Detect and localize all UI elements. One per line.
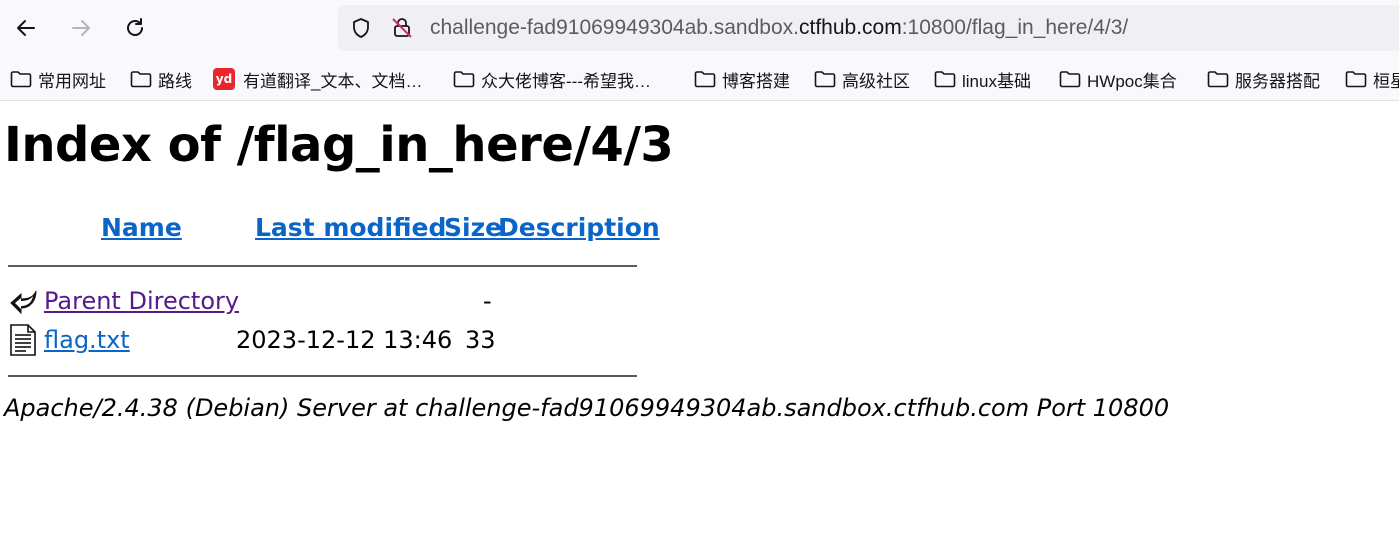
- divider: [8, 375, 637, 377]
- url-suffix: :10800/flag_in_here/4/3/: [901, 16, 1129, 39]
- bookmark-label: 高级社区: [842, 71, 910, 91]
- bookmark-label: linux基础: [962, 71, 1031, 91]
- bookmark-label: HWpoc集合: [1087, 71, 1177, 91]
- bookmark-folder[interactable]: 常用网址: [10, 58, 106, 100]
- bookmark-folder[interactable]: linux基础: [934, 58, 1031, 100]
- reload-button[interactable]: [118, 11, 152, 45]
- browser-toolbar: challenge-fad91069949304ab.sandbox.ctfhu…: [0, 0, 1399, 58]
- forward-button[interactable]: [64, 11, 98, 45]
- server-signature: Apache/2.4.38 (Debian) Server at challen…: [4, 394, 1170, 422]
- page-content: Index of /flag_in_here/4/3 Name Last mod…: [0, 101, 1399, 543]
- folder-icon: [694, 71, 716, 88]
- row-size: 33: [465, 326, 496, 354]
- row-size: -: [483, 287, 492, 315]
- back-button[interactable]: [9, 11, 43, 45]
- bookmark-folder[interactable]: 桓星: [1345, 58, 1399, 100]
- bookmark-label: 有道翻译_文本、文档…: [243, 71, 423, 91]
- bookmark-label: 路线: [158, 71, 192, 91]
- folder-icon: [934, 71, 956, 88]
- bookmarks-bar: 常用网址 路线 yd 有道翻译_文本、文档… 众大佬博客---希望我… 博客搭建…: [0, 58, 1399, 101]
- url-prefix: challenge-fad91069949304ab.sandbox.: [430, 16, 799, 39]
- bookmark-folder[interactable]: 路线: [130, 58, 192, 100]
- page-title: Index of /flag_in_here/4/3: [4, 117, 674, 173]
- bookmark-youdao[interactable]: yd 有道翻译_文本、文档…: [213, 58, 422, 100]
- tracking-shield-icon[interactable]: [350, 17, 372, 39]
- bookmark-label: 常用网址: [38, 71, 106, 91]
- column-header-size[interactable]: Size: [444, 213, 502, 242]
- folder-icon: [10, 71, 32, 88]
- bookmark-label: 桓星: [1373, 71, 1399, 91]
- flag-file-link[interactable]: flag.txt: [44, 326, 130, 354]
- forward-arrow-icon: [72, 20, 90, 36]
- text-file-icon: [10, 324, 36, 356]
- bookmark-folder[interactable]: 博客搭建: [694, 58, 790, 100]
- folder-icon: [1059, 71, 1081, 88]
- folder-icon: [130, 71, 152, 88]
- folder-icon: [1207, 71, 1229, 88]
- folder-icon: [1345, 71, 1367, 88]
- bookmark-label: 服务器搭配: [1235, 71, 1320, 91]
- column-header-name[interactable]: Name: [101, 213, 182, 242]
- youdao-icon: yd: [213, 68, 235, 90]
- url-text[interactable]: challenge-fad91069949304ab.sandbox.ctfhu…: [430, 16, 1128, 40]
- back-arrow-icon: [10, 290, 37, 315]
- bookmark-folder[interactable]: 众大佬博客---希望我…: [453, 58, 651, 100]
- address-bar[interactable]: challenge-fad91069949304ab.sandbox.ctfhu…: [338, 5, 1399, 51]
- bookmark-folder[interactable]: 服务器搭配: [1207, 58, 1320, 100]
- column-header-description[interactable]: Description: [498, 213, 660, 242]
- reload-icon: [127, 18, 143, 36]
- back-arrow-icon: [17, 20, 35, 36]
- row-last-modified: 2023-12-12 13:46: [236, 326, 453, 354]
- divider: [8, 265, 637, 267]
- bookmark-label: 博客搭建: [722, 71, 790, 91]
- bookmark-folder[interactable]: 高级社区: [814, 58, 910, 100]
- folder-icon: [814, 71, 836, 88]
- bookmark-label: 众大佬博客---希望我…: [481, 71, 651, 91]
- url-domain: ctfhub.com: [799, 16, 902, 39]
- parent-directory-link[interactable]: Parent Directory: [44, 287, 239, 315]
- bookmark-folder[interactable]: HWpoc集合: [1059, 58, 1177, 100]
- insecure-lock-icon[interactable]: [390, 16, 414, 40]
- column-header-last-modified[interactable]: Last modified: [255, 213, 446, 242]
- folder-icon: [453, 71, 475, 88]
